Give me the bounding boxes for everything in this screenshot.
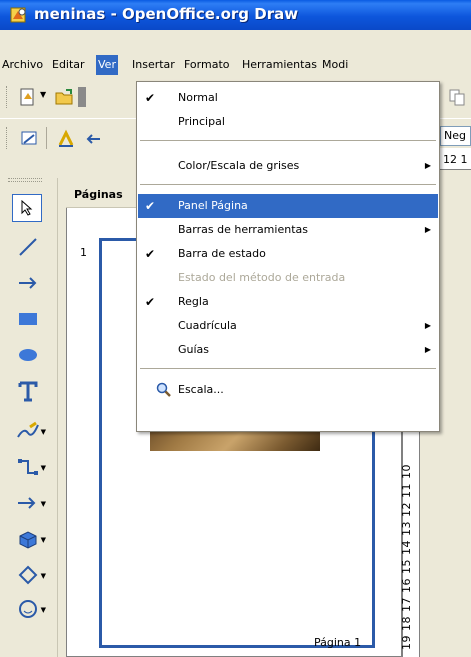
area-style-combo[interactable]: Neg [440, 126, 471, 146]
page-label: Página 1 [314, 636, 362, 649]
diamond-icon [18, 565, 38, 585]
arrow-line-icon [19, 277, 37, 289]
magnifier-icon [156, 382, 171, 397]
horizontal-ruler-numbers: 12 1 [443, 153, 468, 166]
menu-item-input-method-status: Estado del método de entrada [178, 271, 346, 284]
line-icon [19, 238, 37, 256]
menu-separator [140, 368, 436, 369]
line-tool-button[interactable] [10, 230, 46, 264]
chevron-right-icon: ▶ [424, 225, 431, 234]
menu-insertar[interactable]: Insertar [130, 55, 177, 75]
lines-arrows-tool-button[interactable]: ▼ [10, 486, 46, 520]
chevron-down-icon: ▼ [40, 500, 46, 508]
openoffice-draw-icon [10, 7, 26, 23]
open-folder-icon[interactable] [54, 87, 74, 107]
save-icon[interactable] [78, 87, 86, 107]
connector-tool-button[interactable]: ▼ [10, 450, 46, 484]
line-color-icon[interactable] [56, 129, 76, 149]
ellipse-icon [19, 349, 37, 361]
menu-item-guides[interactable]: Guías ▶ [138, 338, 438, 362]
toolbar-grip[interactable] [6, 86, 9, 108]
chevron-down-icon: ▼ [40, 428, 46, 436]
arrow-style-icon[interactable] [84, 129, 104, 149]
select-tool-button[interactable] [12, 194, 42, 222]
menu-formato[interactable]: Formato [182, 55, 232, 75]
curve-tool-button[interactable]: ▼ [10, 414, 46, 448]
new-document-icon[interactable] [18, 87, 38, 107]
chevron-down-icon: ▼ [40, 464, 46, 472]
pointer-icon [21, 200, 33, 216]
chevron-down-icon: ▼ [40, 606, 46, 614]
drawing-toolbar: ▼ ▼ ▼ ▼ ▼ ▼ [0, 178, 58, 657]
toolbar-grip[interactable] [8, 178, 42, 182]
view-menu-dropdown: ✔ Normal Principal Color/Escala de grise… [136, 81, 440, 432]
menu-item-normal[interactable]: ✔ Normal [138, 86, 438, 110]
check-icon: ✔ [145, 199, 156, 213]
check-icon: ✔ [145, 247, 156, 261]
text-icon [18, 381, 38, 402]
menu-archivo[interactable]: Archivo [0, 55, 45, 75]
chevron-down-icon: ▼ [40, 536, 46, 544]
vertical-ruler-numbers: 19 18 17 16 15 14 13 12 11 10 [400, 464, 413, 650]
arrow-line-icon [18, 497, 36, 509]
cube-icon [19, 531, 37, 549]
rectangle-tool-button[interactable] [10, 302, 46, 336]
menu-item-status-bar[interactable]: ✔ Barra de estado [138, 242, 438, 266]
rectangle-icon [19, 313, 37, 325]
menu-item-principal[interactable]: Principal [138, 110, 438, 134]
arrow-tool-button[interactable] [10, 266, 46, 300]
chevron-down-icon[interactable]: ▼ [40, 90, 46, 99]
basic-shapes-tool-button[interactable]: ▼ [10, 558, 46, 592]
menu-item-toolbars[interactable]: Barras de herramientas ▶ [138, 218, 438, 242]
menu-separator [140, 140, 436, 141]
3d-objects-tool-button[interactable]: ▼ [10, 522, 46, 556]
line-style-icon[interactable] [20, 129, 40, 149]
toolbar-grip[interactable] [6, 127, 9, 149]
check-icon: ✔ [145, 295, 156, 309]
menu-item-grid[interactable]: Cuadrícula ▶ [138, 314, 438, 338]
menu-modificar[interactable]: Modi [320, 55, 350, 75]
smiley-icon [19, 600, 37, 618]
menu-item-panel-pagina[interactable]: ✔ Panel Página [138, 194, 438, 218]
ellipse-tool-button[interactable] [10, 338, 46, 372]
chevron-down-icon: ▼ [40, 572, 46, 580]
page-number: 1 [80, 246, 87, 259]
copy-icon[interactable] [447, 87, 467, 107]
symbol-shapes-tool-button[interactable]: ▼ [10, 592, 46, 626]
menu-ver[interactable]: Ver [96, 55, 118, 75]
menu-editar[interactable]: Editar [50, 55, 87, 75]
connector-icon [18, 459, 38, 475]
chevron-right-icon: ▶ [424, 321, 431, 330]
menu-item-zoom[interactable]: Escala... [138, 378, 438, 402]
menu-item-ruler[interactable]: ✔ Regla [138, 290, 438, 314]
menu-separator [140, 184, 436, 185]
curve-icon [17, 421, 39, 438]
menu-herramientas[interactable]: Herramientas [240, 55, 319, 75]
text-tool-button[interactable] [10, 374, 46, 408]
chevron-right-icon: ▶ [424, 345, 431, 354]
menu-item-color-grayscale[interactable]: Color/Escala de grises ▶ [138, 154, 438, 178]
toolbar-separator [46, 127, 47, 149]
check-icon: ✔ [145, 91, 156, 105]
chevron-right-icon: ▶ [424, 161, 431, 170]
window-title: meninas - OpenOffice.org Draw [34, 5, 299, 23]
